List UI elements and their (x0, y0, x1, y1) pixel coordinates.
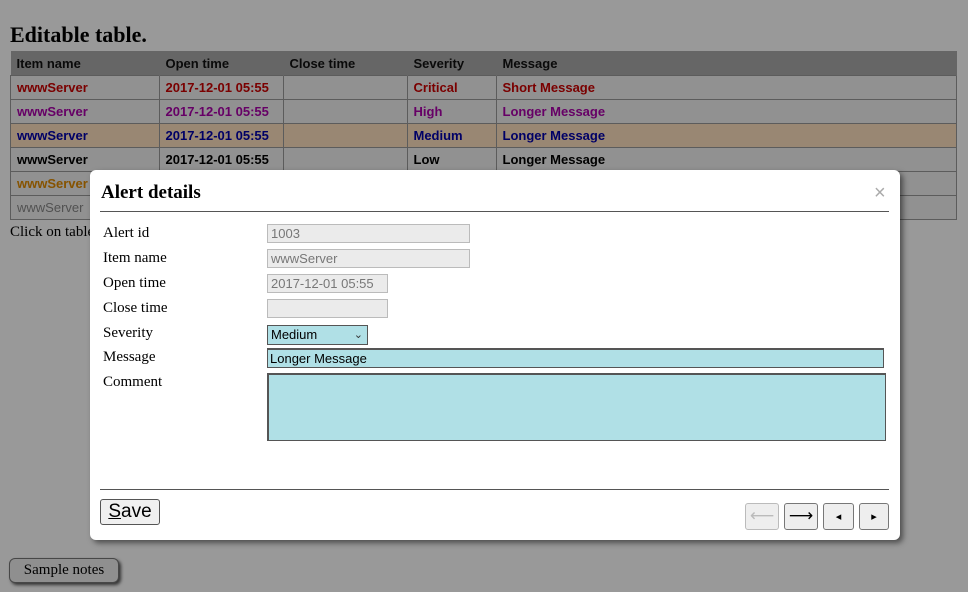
item-name-field[interactable]: wwwServer (267, 249, 470, 268)
triangle-left-icon: ◂ (835, 510, 842, 523)
next-record-button[interactable]: ⟶ (784, 503, 818, 530)
dialog-title: Alert details (101, 182, 201, 203)
footer-divider (100, 489, 889, 490)
save-button[interactable]: Save (100, 499, 160, 525)
label-item-name: Item name (103, 250, 167, 266)
header-divider (100, 211, 889, 212)
close-icon[interactable]: × (874, 182, 886, 205)
label-alert-id: Alert id (103, 225, 150, 241)
severity-selected-value: Medium (271, 327, 318, 342)
triangle-right-icon: ▸ (871, 510, 877, 523)
label-close-time: Close time (103, 300, 168, 316)
label-comment: Comment (103, 374, 163, 390)
label-message: Message (103, 349, 156, 365)
save-label: ave (121, 501, 152, 522)
open-time-field[interactable]: 2017-12-01 05:55 (267, 274, 388, 293)
comment-textarea[interactable] (267, 373, 886, 441)
label-severity: Severity (103, 325, 153, 341)
label-open-time: Open time (103, 275, 166, 291)
message-input[interactable]: Longer Message (267, 348, 884, 368)
page: Editable table. Item name Open time Clos… (0, 0, 968, 592)
previous-small-button[interactable]: ◂ (823, 503, 854, 530)
previous-record-button[interactable]: ⟵ (745, 503, 779, 530)
alert-id-field[interactable]: 1003 (267, 224, 470, 243)
alert-details-dialog: Alert details × Alert id 1003 Item name … (90, 170, 900, 540)
next-small-button[interactable]: ▸ (859, 503, 889, 530)
chevron-down-icon: ⌄ (353, 329, 363, 341)
arrow-left-icon: ⟵ (749, 506, 775, 526)
arrow-right-icon: ⟶ (788, 506, 814, 526)
save-accesskey: S (108, 501, 122, 522)
close-time-field[interactable] (267, 299, 388, 318)
severity-select[interactable]: Medium ⌄ (267, 325, 368, 345)
